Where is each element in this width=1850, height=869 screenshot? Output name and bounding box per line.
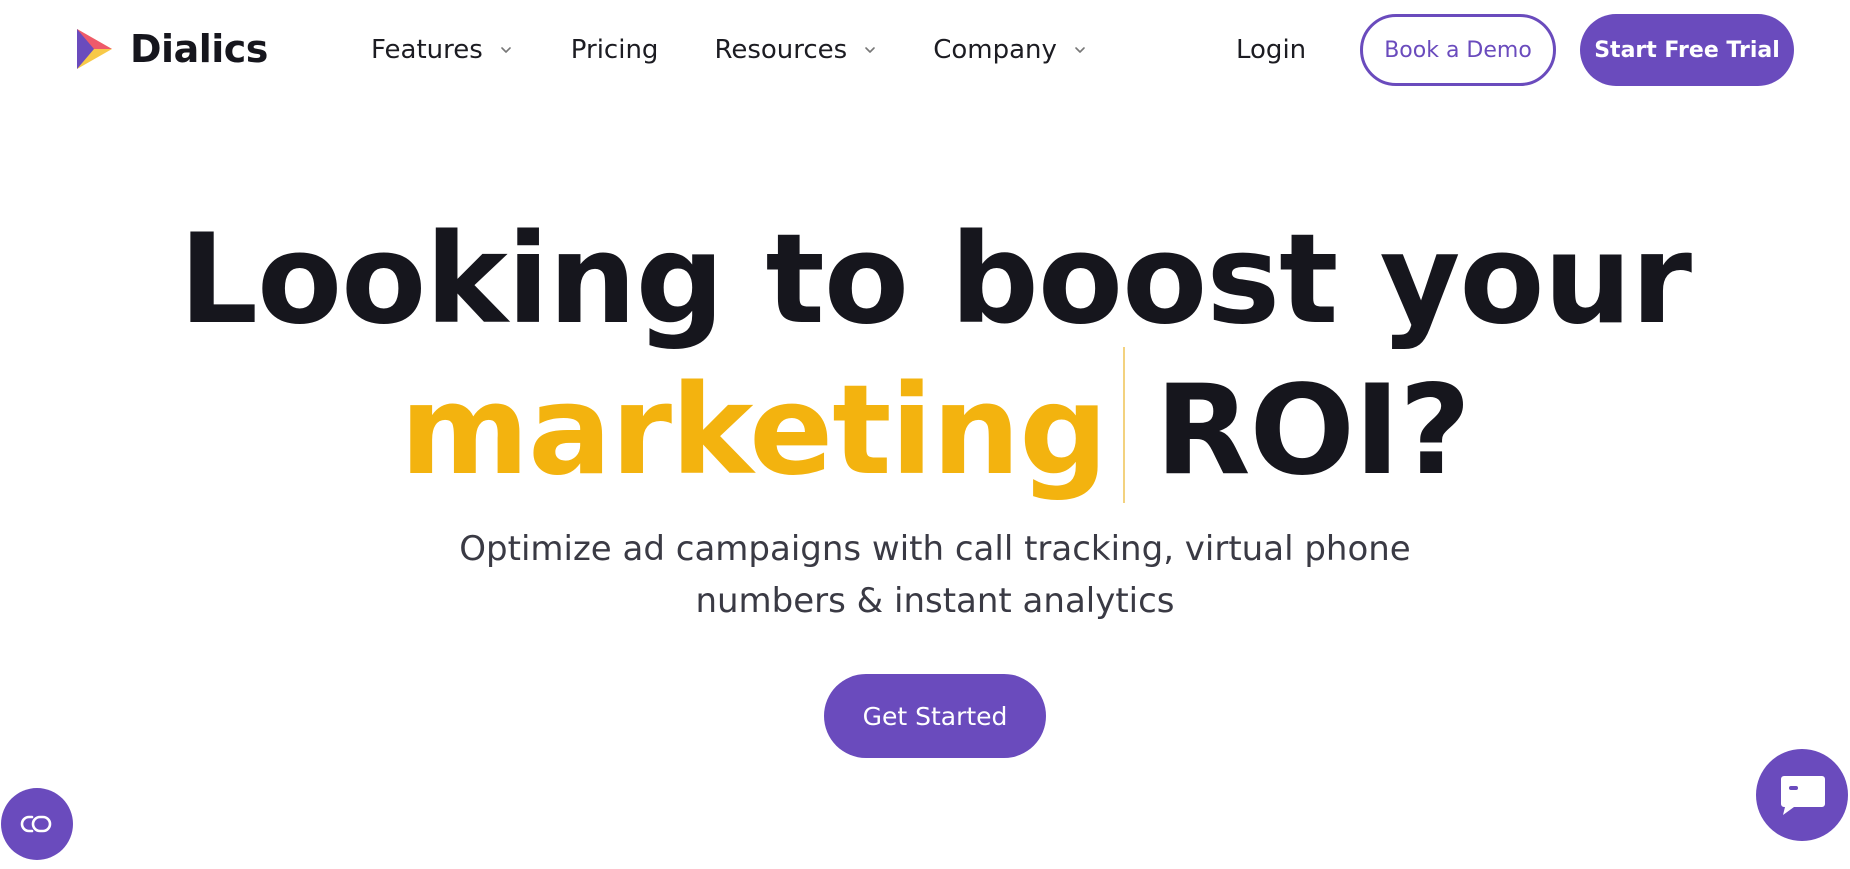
start-free-trial-button[interactable]: Start Free Trial <box>1580 14 1794 86</box>
main-nav: Features Pricing Resources Company <box>371 30 1087 70</box>
book-demo-button[interactable]: Book a Demo <box>1360 14 1556 86</box>
logo-icon <box>77 29 112 69</box>
site-header: Dialics Features Pricing Resources Compa… <box>0 0 1850 100</box>
page: Dialics Features Pricing Resources Compa… <box>0 0 1850 869</box>
hero-headline-rest: ROI? <box>1155 359 1471 503</box>
typing-caret <box>1123 347 1126 503</box>
nav-item-resources[interactable]: Resources <box>714 30 877 70</box>
hero-accent-word: marketing <box>399 359 1108 503</box>
nav-item-company[interactable]: Company <box>933 30 1087 70</box>
accessibility-toggle-button[interactable] <box>1 788 73 860</box>
nav-item-label: Resources <box>714 35 848 65</box>
chevron-down-icon <box>500 47 511 53</box>
hero-headline-line1: Looking to boost your <box>178 208 1692 352</box>
nav-item-pricing[interactable]: Pricing <box>571 30 659 70</box>
login-link[interactable]: Login <box>1236 30 1306 70</box>
accessibility-toggle-icon <box>20 815 52 833</box>
nav-item-features[interactable]: Features <box>371 30 513 70</box>
nav-item-label: Features <box>371 35 483 65</box>
brand-name: Dialics <box>130 27 268 71</box>
chevron-down-icon <box>1075 47 1085 53</box>
hero-headline-line2: marketing ROI? <box>0 347 1850 503</box>
chevron-down-icon <box>865 47 876 53</box>
logo-link[interactable]: Dialics <box>74 27 268 71</box>
hero-subtitle: Optimize ad campaigns with call tracking… <box>459 529 1411 621</box>
nav-item-label: Pricing <box>570 35 659 65</box>
nav-item-label: Company <box>933 35 1057 65</box>
get-started-button[interactable]: Get Started <box>824 674 1046 758</box>
chat-widget-button[interactable] <box>1756 749 1848 841</box>
chat-bubble-icon <box>1781 776 1825 815</box>
